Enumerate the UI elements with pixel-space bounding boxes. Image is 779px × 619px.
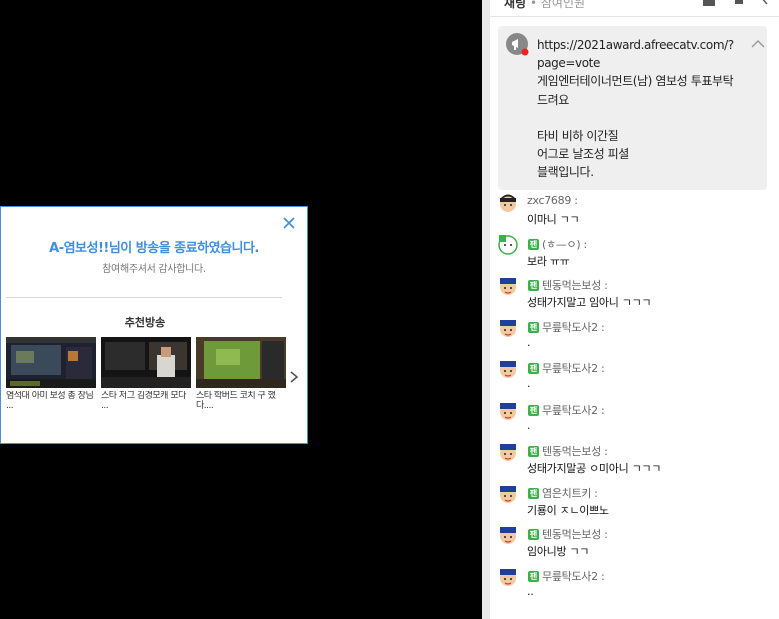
broadcast-ended-title: A-염보성!!님이 방송을 종료하였습니다. (49, 241, 259, 256)
chat-nickname[interactable]: 텐동먹는보성 : (542, 443, 608, 459)
broadcast-ended-subtitle: 참여해주셔서 감사합니다. (102, 264, 206, 275)
user-avatar-icon[interactable] (497, 524, 519, 546)
close-icon[interactable] (758, 0, 772, 6)
recommended-item[interactable]: 스타 저그 김경모캐 모다 ... (101, 337, 191, 413)
chat-nickname[interactable]: 무릎탁도사2 : (542, 402, 605, 418)
fan-badge: 팬 (528, 488, 539, 499)
close-icon[interactable] (281, 215, 297, 231)
participants-label[interactable]: • 참여인원 (530, 0, 585, 11)
chat-message: 팬 무릎탁도사2 : .. (490, 566, 779, 606)
chat-notice: https://2021award.afreecatv.com/? page=v… (498, 26, 767, 190)
chat-nickname[interactable]: 무릎탁도사2 : (542, 568, 605, 584)
chat-text: 이마니 ㄱㄱ (527, 213, 580, 226)
fan-badge: 팬 (528, 529, 539, 540)
recommended-item[interactable]: 염석대 아미 보성 총 장님 ... (6, 337, 96, 413)
fan-badge: 팬 (528, 322, 539, 333)
user-avatar-icon[interactable] (497, 400, 519, 422)
panel-divider (482, 0, 490, 619)
chat-nickname[interactable]: 텐동먹는보성 : (542, 277, 608, 293)
chat-message: 팬 텐동먹는보성 : 임아니방 ㄱㄱ (490, 524, 779, 564)
chevron-up-icon[interactable] (751, 39, 765, 49)
chat-text: 임아니방 ㄱㄱ (527, 545, 590, 558)
fan-badge: 팬 (528, 571, 539, 582)
user-avatar-icon[interactable] (497, 483, 519, 505)
chat-message: 팬 텐동먹는보성 : 성태가지말공 ㅇ미아니 ㄱㄱㄱ (490, 441, 779, 481)
recommended-label: 스타 학버드 코치 구 했다.... (196, 391, 276, 411)
chat-text: .. (527, 585, 534, 598)
user-list-icon[interactable] (702, 0, 716, 6)
megaphone-icon (506, 33, 529, 56)
chat-tab-label[interactable]: 채팅 (504, 0, 526, 11)
thumbnail (196, 337, 286, 388)
chat-nickname[interactable]: (ㅎ—ㅇ) : (542, 236, 587, 252)
chat-nickname[interactable]: 텐동먹는보성 : (542, 526, 608, 542)
user-avatar-icon[interactable] (497, 275, 519, 297)
chat-text: 성태가지말공 ㅇ미아니 ㄱㄱㄱ (527, 462, 662, 475)
recommended-title: 추천방송 (124, 316, 166, 329)
chat-message: 팬 무릎탁도사2 : . (490, 317, 779, 357)
divider (6, 297, 282, 298)
chat-text: 보라 ㅠㅠ (527, 255, 570, 268)
recommended-label: 스타 저그 김경모캐 모다 ... (101, 391, 186, 411)
chat-panel: 채팅 • 참여인원 https://2021award.afreecatv.co… (490, 0, 779, 619)
chat-message: 팬 무릎탁도사2 : . (490, 358, 779, 398)
settings-icon[interactable] (732, 0, 746, 6)
chat-nickname[interactable]: zxc7689 : (527, 194, 578, 207)
chat-nickname[interactable]: 염은치트키 : (542, 485, 598, 501)
chat-message: 팬 (ㅎ—ㅇ) : 보라 ㅠㅠ (490, 234, 779, 274)
chat-header: 채팅 • 참여인원 (490, 0, 779, 17)
recommended-label: 염석대 아미 보성 총 장님 ... (6, 391, 94, 411)
chat-text: 기룡이 ㅈㄴ이쁘노 (527, 504, 609, 517)
chat-message: 팬 텐동먹는보성 : 성태가지말고 임아니 ㄱㄱㄱ (490, 275, 779, 315)
fan-badge: 팬 (528, 239, 539, 250)
chat-text: . (527, 336, 531, 349)
chat-nickname[interactable]: 무릎탁도사2 : (542, 319, 605, 335)
recommended-list: 염석대 아미 보성 총 장님 ... 스타 저그 김경모캐 모다 ... 스타 … (6, 337, 286, 417)
fan-badge: 팬 (528, 405, 539, 416)
user-avatar-icon[interactable] (497, 192, 519, 214)
user-avatar-icon[interactable] (497, 441, 519, 463)
recommended-item[interactable]: 스타 학버드 코치 구 했다.... (196, 337, 286, 413)
chat-text: . (527, 377, 531, 390)
thumbnail (101, 337, 191, 388)
user-avatar-icon[interactable] (497, 317, 519, 339)
chevron-right-icon[interactable] (288, 370, 300, 384)
chat-message: zxc7689 : 이마니 ㄱㄱ (490, 192, 779, 232)
fan-badge: 팬 (528, 446, 539, 457)
chat-nickname[interactable]: 무릎탁도사2 : (542, 360, 605, 376)
user-avatar-icon[interactable] (497, 566, 519, 588)
video-player[interactable]: A-염보성!!님이 방송을 종료하였습니다. 참여해주셔서 감사합니다. 추천방… (0, 0, 482, 619)
user-avatar-icon[interactable] (497, 234, 519, 256)
user-avatar-icon[interactable] (497, 358, 519, 380)
broadcast-ended-modal: A-염보성!!님이 방송을 종료하였습니다. 참여해주셔서 감사합니다. 추천방… (0, 206, 308, 444)
chat-text: . (527, 419, 531, 432)
fan-badge: 팬 (528, 280, 539, 291)
thumbnail (6, 337, 96, 388)
chat-message: 팬 염은치트키 : 기룡이 ㅈㄴ이쁘노 (490, 483, 779, 523)
notice-text: https://2021award.afreecatv.com/? page=v… (537, 38, 734, 180)
fan-badge: 팬 (528, 363, 539, 374)
chat-message: 팬 무릎탁도사2 : . (490, 400, 779, 440)
chat-text: 성태가지말고 임아니 ㄱㄱㄱ (527, 296, 652, 309)
